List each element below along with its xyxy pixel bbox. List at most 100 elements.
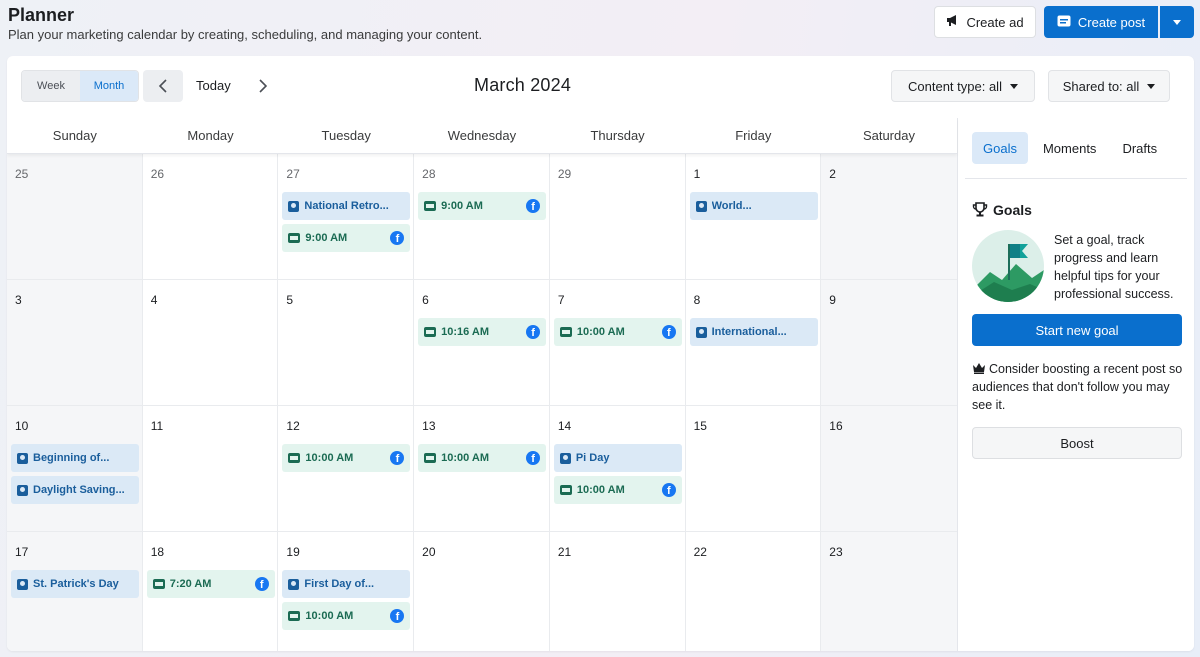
create-ad-button[interactable]: Create ad [934,6,1036,38]
today-button[interactable]: Today [196,78,231,93]
weekday-wednesday: Wednesday [447,128,517,143]
moment-chip[interactable]: First Day of... [282,570,411,598]
create-post-menu-button[interactable] [1160,6,1194,38]
calendar-moment-icon [17,452,28,464]
scheduled-post-chip[interactable]: 10:00 AM f [282,444,411,472]
day-cell[interactable]: 12 10:00 AM f [278,406,415,532]
day-cell[interactable]: 4 [142,280,279,406]
create-ad-label: Create ad [966,14,1024,30]
day-cell[interactable]: 7 10:00 AM f [549,280,686,406]
day-cell[interactable]: 13 10:00 AM f [414,406,550,532]
day-number: 21 [557,545,572,559]
start-new-goal-button[interactable]: Start new goal [972,314,1182,346]
boost-tip: Consider boosting a recent post so audie… [972,360,1186,414]
post-icon [559,327,572,337]
page-subtitle: Plan your marketing calendar by creating… [8,27,483,42]
weekday-tuesday: Tuesday [321,128,371,143]
day-cell[interactable]: 21 [549,532,686,651]
scheduled-post-chip[interactable]: 9:00 AM f [282,224,411,252]
next-month-button[interactable] [255,78,271,94]
day-cell[interactable]: 3 [7,280,143,406]
facebook-icon: f [390,609,405,623]
day-cell[interactable]: 1 World... [685,154,822,280]
day-cell[interactable]: 6 10:16 AM f [414,280,550,406]
day-cell[interactable]: 2 [821,154,957,280]
day-cell[interactable]: 23 [821,532,957,651]
tab-drafts[interactable]: Drafts [1111,132,1168,164]
create-post-label: Create post [1077,14,1146,30]
moment-chip[interactable]: Beginning of... [11,444,139,472]
day-number: 6 [422,293,429,307]
scheduled-post-chip[interactable]: 10:00 AM f [553,318,682,346]
boost-button[interactable]: Boost [972,427,1182,459]
create-post-button[interactable]: Create post [1044,6,1158,38]
scheduled-post-chip[interactable]: 10:16 AM f [418,318,547,346]
day-cell[interactable]: 14 Pi Day 10:00 AM f [549,406,686,532]
calendar-moment-icon [559,452,571,464]
post-icon [424,327,437,337]
chevron-right-icon [259,79,267,93]
day-cell[interactable]: 29 [549,154,686,280]
day-cell[interactable]: 5 [278,280,415,406]
day-number: 4 [150,293,158,307]
moment-chip[interactable]: St. Patrick's Day [11,570,139,598]
weekday-thursday: Thursday [590,128,645,143]
shared-to-filter[interactable]: Shared to: all [1048,70,1170,102]
view-week-button[interactable]: Week [22,71,80,101]
chevron-down-icon [1009,83,1018,89]
crown-icon [973,363,985,374]
day-number: 16 [829,419,843,433]
content-type-filter[interactable]: Content type: all [891,70,1035,102]
day-cell[interactable]: 26 [142,154,279,280]
sidebar-tabs: Goals Moments Drafts [972,132,1168,164]
scheduled-post-chip[interactable]: 10:00 AM f [418,444,547,472]
day-cell[interactable]: 10 Beginning of... Daylight Saving... [7,406,143,532]
weekday-friday: Friday [735,128,772,143]
day-cell[interactable]: 27 National Retro... 9:00 AM f [278,154,415,280]
boost-tip-text: Consider boosting a recent post so audie… [972,362,1183,412]
day-cell[interactable]: 19 First Day of... 10:00 AM f [278,532,415,651]
calendar-moment-icon [17,484,28,496]
day-number: 15 [693,419,707,433]
day-cell[interactable]: 20 [414,532,550,651]
weekday-header: Sunday Monday Tuesday Wednesday Thursday Frid… [7,118,957,154]
day-cell[interactable]: 15 [685,406,822,532]
day-cell[interactable]: 9 [821,280,957,406]
day-cell[interactable]: 17 St. Patrick's Day [7,532,143,651]
moment-chip[interactable]: Pi Day [553,444,682,472]
day-cell[interactable]: 16 [821,406,957,532]
calendar-moment-icon [288,200,300,212]
scheduled-post-chip[interactable]: 7:20 AM f [146,570,275,598]
tab-moments[interactable]: Moments [1032,132,1107,164]
moment-chip[interactable]: International... [689,318,818,346]
weekday-sunday: Sunday [52,128,97,143]
moment-chip[interactable]: World... [689,192,818,220]
scheduled-post-chip[interactable]: 10:00 AM f [553,476,682,504]
scheduled-post-chip[interactable]: 10:00 AM f [282,602,411,630]
facebook-icon: f [526,451,541,465]
moment-chip[interactable]: National Retro... [282,192,411,220]
day-cell[interactable]: 25 [7,154,143,280]
weekday-monday: Monday [187,128,234,143]
event-label: 10:00 AM [576,484,625,496]
day-number: 20 [422,545,436,559]
facebook-icon: f [526,325,541,339]
previous-month-button[interactable] [143,70,183,102]
day-cell[interactable]: 18 7:20 AM f [142,532,279,651]
day-cell[interactable]: 8 International... [685,280,822,406]
view-month-button[interactable]: Month [80,71,138,101]
event-label: World... [711,200,752,212]
scheduled-post-chip[interactable]: 9:00 AM f [418,192,547,220]
shared-to-label: Shared to: all [1062,78,1140,94]
view-switcher: Week Month [21,70,139,102]
tab-goals[interactable]: Goals [972,132,1028,164]
event-label: Pi Day [575,452,610,464]
day-cell[interactable]: 22 [685,532,822,651]
moment-chip[interactable]: Daylight Saving... [11,476,139,504]
content-type-label: Content type: all [908,78,1002,94]
goals-heading: Goals [972,202,1032,218]
day-number: 17 [15,545,29,559]
post-icon [288,233,301,243]
day-cell[interactable]: 11 [142,406,279,532]
day-cell[interactable]: 28 9:00 AM f [414,154,550,280]
